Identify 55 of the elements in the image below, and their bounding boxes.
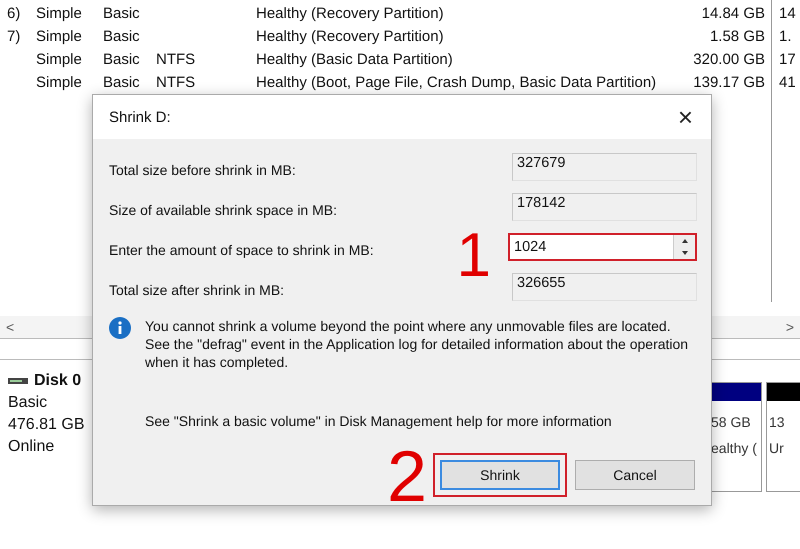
step-number: 1 xyxy=(456,225,491,287)
table-cell: 6) xyxy=(7,5,20,22)
field-label: Total size after shrink in MB: xyxy=(109,281,284,298)
partition-status: Ur xyxy=(769,439,785,458)
partition-block[interactable]: 13 Ur xyxy=(766,382,800,492)
scroll-left-arrow[interactable]: < xyxy=(6,319,14,335)
table-cell: Simple xyxy=(36,5,82,22)
readonly-field: 178142 xyxy=(512,193,697,221)
table-cell: Healthy (Recovery Partition) xyxy=(256,5,444,22)
table-cell: NTFS xyxy=(156,74,196,91)
table-cell: Healthy (Basic Data Partition) xyxy=(256,51,453,68)
table-cell: 41 xyxy=(779,74,796,91)
spin-field[interactable]: 1024 xyxy=(508,233,697,261)
close-button[interactable]: × xyxy=(674,102,697,132)
field-label: Enter the amount of space to shrink in MB: xyxy=(109,241,374,258)
table-cell: Simple xyxy=(36,74,82,91)
table-cell: 17 xyxy=(779,51,796,68)
disk-status: Online xyxy=(8,437,56,457)
readonly-field: 326655 xyxy=(512,273,697,301)
field-label: Size of available shrink space in MB: xyxy=(109,201,337,218)
table-cell: Healthy (Boot, Page File, Crash Dump, Basic Data Partition) xyxy=(256,74,656,91)
field-label: Total size before shrink in MB: xyxy=(109,161,296,178)
table-cell: Simple xyxy=(36,51,82,68)
table-cell: 139.17 GB xyxy=(693,74,765,91)
partition-status: ealthy ( xyxy=(711,439,758,458)
table-cell: 7) xyxy=(7,28,20,45)
table-cell: Basic xyxy=(103,5,140,22)
help-text: See "Shrink a basic volume" in Disk Management help for more information xyxy=(145,413,613,429)
spin-up-icon[interactable] xyxy=(673,235,695,247)
table-cell: 14.84 GB xyxy=(702,5,765,22)
disk-size: 476.81 GB xyxy=(8,415,86,435)
step-number: 2 xyxy=(386,441,427,513)
table-cell: NTFS xyxy=(156,51,196,68)
readonly-field: 327679 xyxy=(512,153,697,181)
dialog-title: Shrink D: xyxy=(109,108,171,126)
dialog-button[interactable]: Cancel xyxy=(575,460,695,490)
disk-name: Disk 0 xyxy=(34,371,82,391)
table-cell: Basic xyxy=(103,51,140,68)
table-cell: Healthy (Recovery Partition) xyxy=(256,28,444,45)
table-cell: Basic xyxy=(103,28,140,45)
table-cell: 1.58 GB xyxy=(710,28,765,45)
spin-down-icon[interactable] xyxy=(673,247,695,259)
partition-size: 13 xyxy=(769,413,786,432)
scroll-right-arrow[interactable]: > xyxy=(786,319,794,335)
partition-size: 58 GB xyxy=(711,413,752,432)
table-cell: 1. xyxy=(779,28,792,45)
table-cell: 14 xyxy=(779,5,796,22)
dialog-button[interactable]: Shrink xyxy=(440,460,560,490)
disk-drive-icon xyxy=(8,377,28,385)
disk-type: Basic xyxy=(8,393,48,413)
table-cell: Simple xyxy=(36,28,82,45)
table-cell: 320.00 GB xyxy=(693,51,765,68)
info-message: You cannot shrink a volume beyond the point where any unmovable files are located. See the "defrag" event in the Application log for detailed information about the operation when it has completed. xyxy=(145,317,690,371)
table-cell: Basic xyxy=(103,74,140,91)
info-icon xyxy=(109,317,131,339)
